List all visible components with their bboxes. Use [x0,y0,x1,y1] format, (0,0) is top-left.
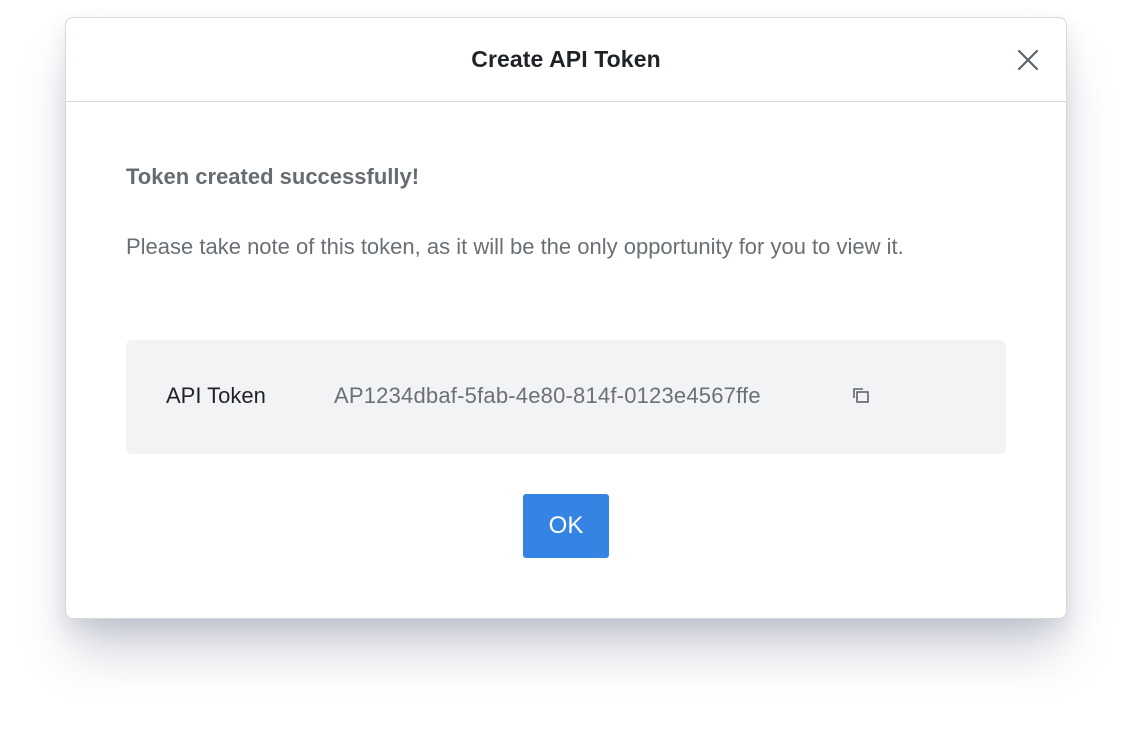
ok-button[interactable]: OK [523,494,609,558]
success-heading: Token created successfully! [126,164,420,189]
create-api-token-dialog: Create API Token Token created successfu… [65,17,1067,619]
copy-icon[interactable] [850,385,872,407]
dialog-title: Create API Token [471,46,661,72]
token-value[interactable]: AP1234dbaf-5fab-4e80-814f-0123e4567ffe [334,383,761,409]
token-note: Please take note of this token, as it wi… [126,234,904,259]
page: Create API Token Token created successfu… [0,0,1132,732]
token-panel: API Token AP1234dbaf-5fab-4e80-814f-0123… [126,340,1006,454]
token-label: API Token [166,383,266,408]
dialog-header: Create API Token [66,18,1066,102]
close-icon [1017,49,1039,71]
close-button[interactable] [1016,48,1040,72]
